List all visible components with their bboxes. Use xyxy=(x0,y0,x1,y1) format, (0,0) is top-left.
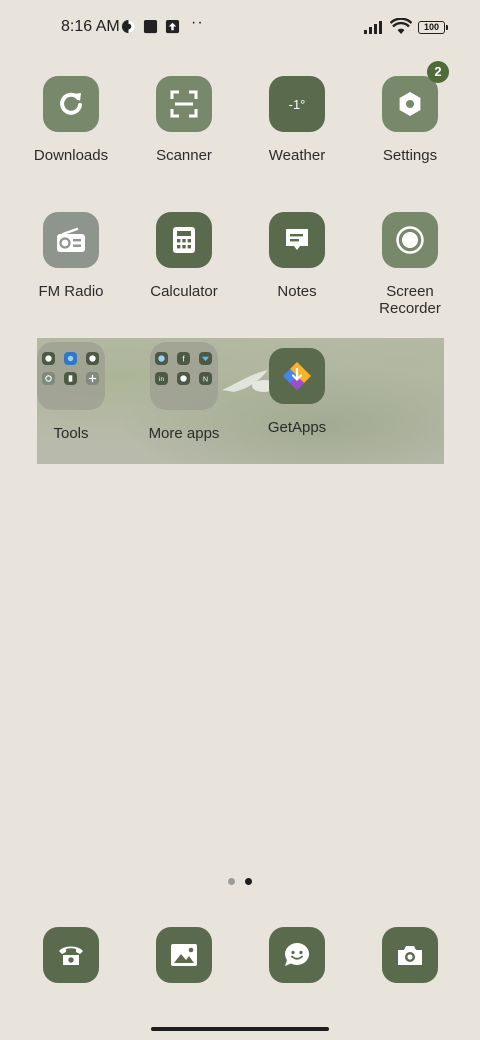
app-label: Scanner xyxy=(156,147,212,164)
folder-mini-app-icon xyxy=(155,352,168,365)
calculator-icon xyxy=(173,227,195,253)
folder-more-apps[interactable]: f in N More apps xyxy=(128,342,240,442)
folder-mini-app-icon xyxy=(42,352,55,365)
settings-icon xyxy=(399,92,421,116)
svg-text:in: in xyxy=(159,376,164,383)
app-downloads[interactable]: Downloads xyxy=(15,76,127,164)
dock-messages[interactable] xyxy=(241,927,353,983)
folder-mini-app-icon xyxy=(64,372,77,385)
app-fm-radio[interactable]: FM Radio xyxy=(15,212,127,300)
app-label: Downloads xyxy=(33,147,109,164)
page-dot-2-active[interactable] xyxy=(245,878,252,885)
folder-mini-app-icon xyxy=(64,352,77,365)
app-label: Weather xyxy=(268,147,326,164)
svg-text:N: N xyxy=(203,375,208,383)
app-settings[interactable]: 2 Settings xyxy=(354,61,466,164)
folder-mini-app-icon xyxy=(86,372,99,385)
battery-indicator: 100 xyxy=(418,21,448,34)
folder-mini-app-icon xyxy=(177,372,190,385)
app-label: Tools xyxy=(53,425,89,442)
dock-phone[interactable] xyxy=(15,927,127,983)
radio-icon xyxy=(57,227,85,252)
app-label: Screen Recorder xyxy=(379,283,441,317)
app-scanner[interactable]: Scanner xyxy=(128,76,240,164)
notes-icon xyxy=(286,229,308,250)
camera-icon xyxy=(398,946,422,965)
record-icon xyxy=(396,226,424,254)
notification-badge: 2 xyxy=(427,61,449,83)
folder-mini-app-icon xyxy=(42,372,55,385)
getapps-icon xyxy=(283,362,311,390)
weather-icon: -1° xyxy=(269,76,325,132)
status-bar: 8:16 AM ·· 100 xyxy=(0,0,480,56)
folder-icon: f in N xyxy=(150,342,218,410)
app-getapps[interactable]: GetApps xyxy=(241,348,353,436)
page-dot-1[interactable] xyxy=(228,878,235,885)
home-gesture-bar[interactable] xyxy=(151,1027,329,1031)
folder-tools[interactable]: Tools xyxy=(15,342,127,442)
app-label: FM Radio xyxy=(38,283,104,300)
dock-gallery[interactable] xyxy=(128,927,240,983)
folder-icon xyxy=(37,342,105,410)
app-label: More apps xyxy=(148,425,220,442)
app-notes[interactable]: Notes xyxy=(241,212,353,300)
scanner-icon xyxy=(170,90,198,118)
home-screen: 8:16 AM ·· 100 Downloads Scanner -1° Wea… xyxy=(0,0,480,1040)
app-label: Notes xyxy=(277,283,317,300)
svg-text:f: f xyxy=(182,355,185,363)
downloads-icon xyxy=(60,92,82,115)
app-weather[interactable]: -1° Weather xyxy=(241,76,353,164)
folder-mini-app-icon xyxy=(199,352,212,365)
wifi-icon xyxy=(390,18,412,34)
weather-temp: -1° xyxy=(288,96,306,112)
app-label: Settings xyxy=(382,147,438,164)
status-time: 8:16 AM xyxy=(61,18,120,35)
folder-mini-app-icon xyxy=(86,352,99,365)
phone-icon xyxy=(59,946,83,965)
app-label: Calculator xyxy=(150,283,218,300)
app-screen-recorder[interactable]: Screen Recorder xyxy=(354,212,466,317)
folder-mini-app-icon: N xyxy=(199,372,212,385)
folder-mini-app-icon: in xyxy=(155,372,168,385)
more-notifications-icon: ·· xyxy=(191,14,204,31)
notification-square-icon xyxy=(143,19,158,34)
upload-notification-icon xyxy=(165,19,180,34)
vpn-status-icon xyxy=(121,19,136,34)
app-calculator[interactable]: Calculator xyxy=(128,212,240,300)
dock-camera[interactable] xyxy=(354,927,466,983)
messages-icon xyxy=(285,942,310,966)
folder-mini-app-icon: f xyxy=(177,352,190,365)
signal-icon xyxy=(364,21,382,34)
app-label: GetApps xyxy=(267,419,327,436)
gallery-icon xyxy=(171,944,197,966)
